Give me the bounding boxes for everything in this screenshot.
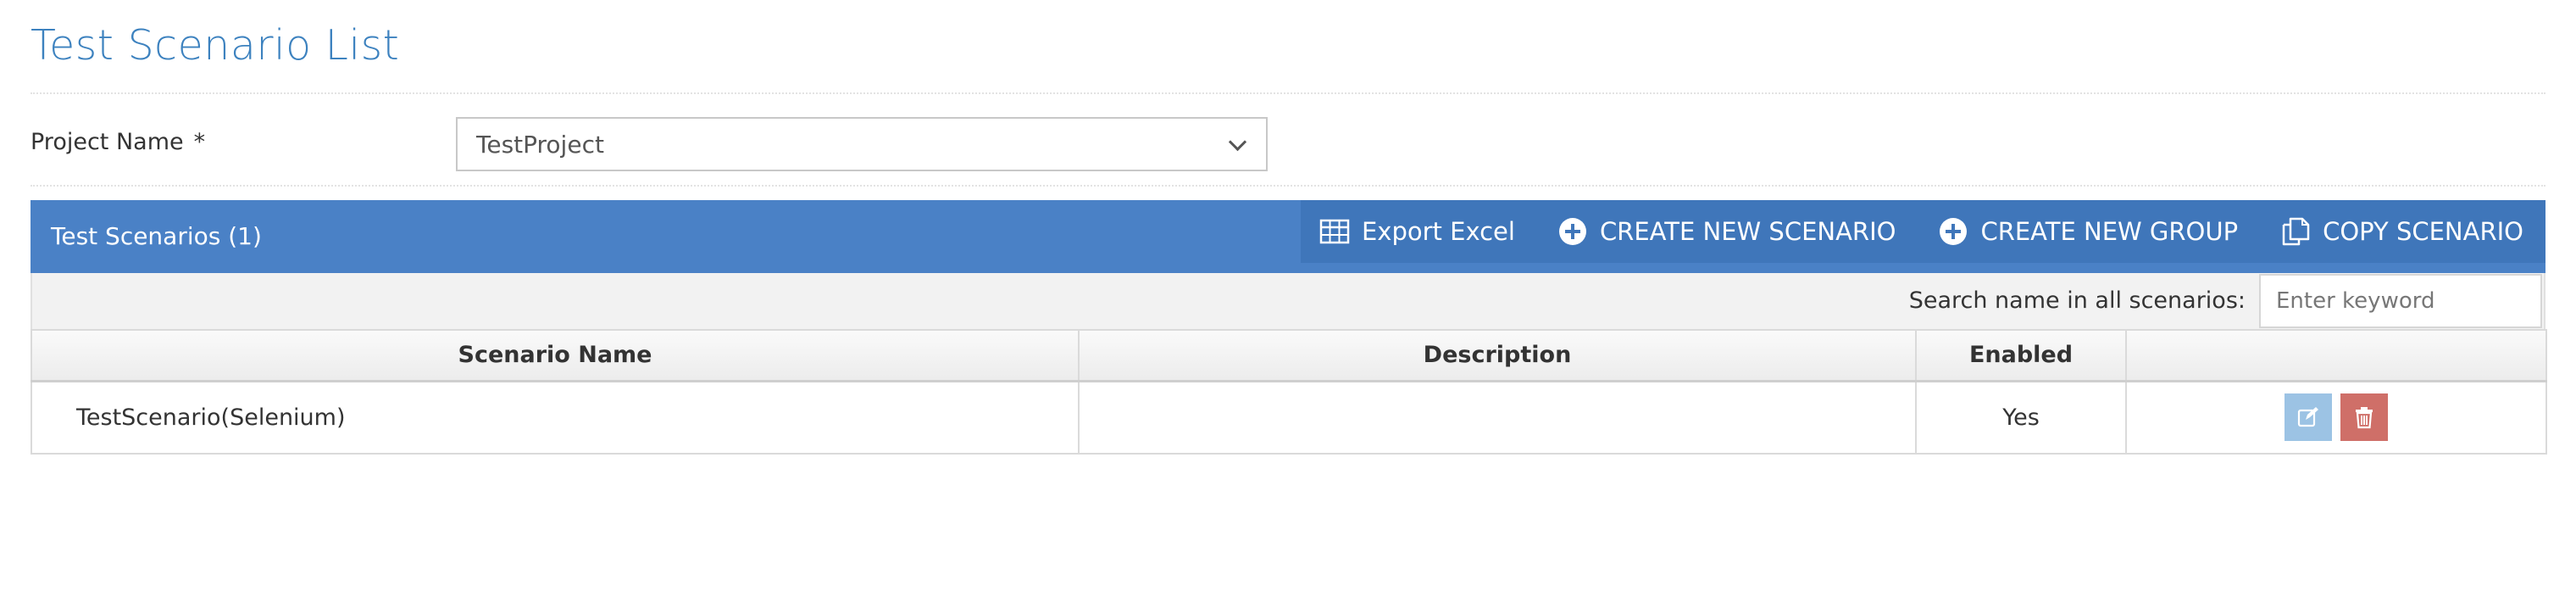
column-header-scenario-name[interactable]: Scenario Name <box>31 329 1080 382</box>
edit-icon <box>2297 407 2318 427</box>
row-action-buttons <box>2285 393 2388 442</box>
delete-button[interactable] <box>2340 393 2388 442</box>
cell-enabled: Yes <box>1915 380 2127 455</box>
search-label: Search name in all scenarios: <box>1908 287 2246 314</box>
project-name-label: Project Name * <box>31 124 205 161</box>
project-name-label-text: Project Name <box>31 129 184 155</box>
title-divider <box>31 92 2545 94</box>
table-row[interactable]: TestScenario(Selenium) Yes <box>31 380 2547 455</box>
cell-scenario-name: TestScenario(Selenium) <box>31 380 1080 455</box>
export-excel-button[interactable]: Export Excel <box>1319 216 1515 247</box>
copy-icon <box>2280 216 2311 247</box>
copy-scenario-button[interactable]: COPY SCENARIO <box>2280 216 2523 247</box>
create-new-group-button[interactable]: CREATE NEW GROUP <box>1938 216 2238 247</box>
scenarios-panel-header: Test Scenarios (1) Export Excel CREATE N… <box>31 200 2545 273</box>
panel-title: Test Scenarios (1) <box>51 222 262 250</box>
table-header-row: Scenario Name Description Enabled <box>31 329 2547 382</box>
project-select-value: TestProject <box>476 130 604 159</box>
search-input[interactable] <box>2259 274 2542 328</box>
required-mark: * <box>193 129 206 155</box>
plus-circle-icon <box>1557 216 1588 247</box>
chevron-down-icon <box>1227 134 1247 154</box>
page-title: Test Scenario List <box>31 21 400 70</box>
panel-actions: Export Excel CREATE NEW SCENARIO CREATE … <box>1300 200 2545 263</box>
table-icon <box>1319 216 1350 247</box>
search-bar: Search name in all scenarios: <box>31 273 2545 329</box>
create-new-group-label: CREATE NEW GROUP <box>1980 217 2239 246</box>
plus-circle-icon <box>1938 216 1968 247</box>
column-header-enabled[interactable]: Enabled <box>1915 329 2127 382</box>
edit-button[interactable] <box>2285 393 2332 442</box>
column-header-actions <box>2125 329 2547 382</box>
scenarios-table: Scenario Name Description Enabled TestSc… <box>31 329 2547 455</box>
trash-icon <box>2356 407 2373 429</box>
project-select[interactable]: TestProject <box>456 117 1268 171</box>
create-new-scenario-button[interactable]: CREATE NEW SCENARIO <box>1557 216 1896 247</box>
create-new-scenario-label: CREATE NEW SCENARIO <box>1599 217 1896 246</box>
cell-description <box>1078 380 1917 455</box>
form-divider <box>31 185 2545 187</box>
export-excel-label: Export Excel <box>1361 217 1515 246</box>
column-header-description[interactable]: Description <box>1078 329 1917 382</box>
cell-actions <box>2125 380 2547 455</box>
copy-scenario-label: COPY SCENARIO <box>2323 217 2523 246</box>
